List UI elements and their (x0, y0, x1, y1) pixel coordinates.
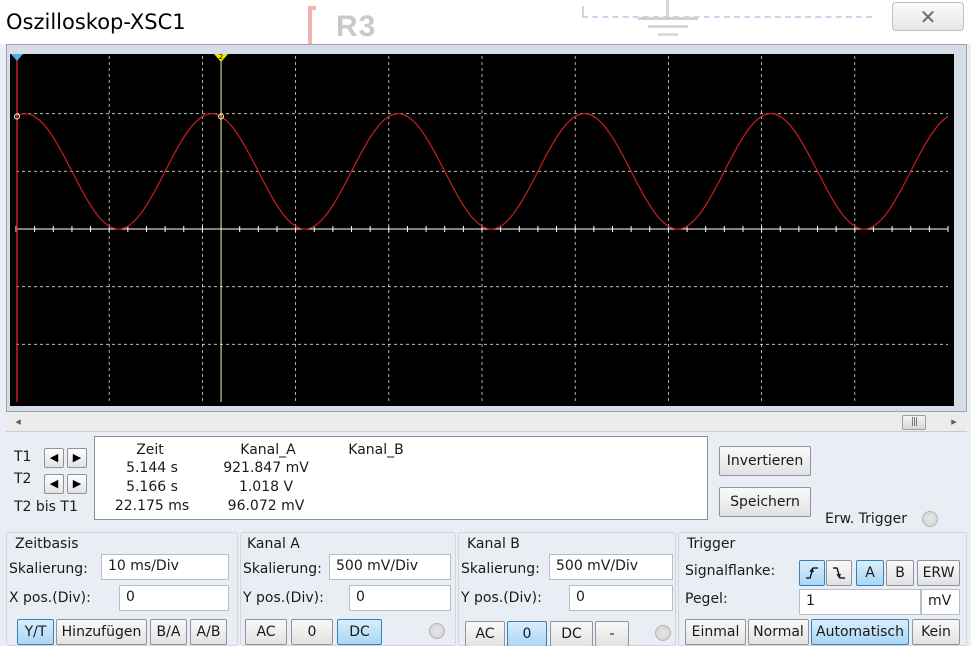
channel-b-ypos-label: Y pos.(Div): (461, 590, 542, 606)
timebase-group: Zeitbasis Skalierung: 10 ms/Div X pos.(D… (6, 532, 238, 646)
header-time: Zeit (136, 442, 164, 458)
diff-channel-a: 96.072 mV (227, 498, 305, 514)
channel-b-dc-button[interactable]: DC (550, 621, 593, 646)
timebase-xpos-label: X pos.(Div): (9, 590, 91, 606)
source-a-button[interactable]: A (856, 560, 884, 586)
trigger-auto-button[interactable]: Automatisch (811, 619, 909, 645)
channel-b-ypos-field[interactable]: 0 (569, 585, 673, 611)
trigger-normal-button[interactable]: Normal (748, 619, 809, 645)
t1-label: T1 (14, 449, 32, 465)
save-button[interactable]: Speichern (719, 487, 811, 517)
horizontal-scrollbar[interactable]: ◂ ||| ▸ (6, 412, 967, 432)
scope-screen[interactable]: 2 (10, 54, 954, 406)
ground-symbol (638, 17, 698, 20)
falling-edge-icon (833, 567, 845, 579)
mode-ba-button[interactable]: B/A (150, 619, 187, 645)
trigger-level-label: Pegel: (685, 591, 728, 607)
header-channel-b: Kanal_B (348, 442, 404, 458)
channel-a-dc-button[interactable]: DC (337, 619, 382, 645)
schematic-wire (582, 6, 872, 18)
rising-edge-icon (806, 567, 818, 579)
window-title: Oszilloskop-XSC1 (6, 10, 186, 34)
source-b-button[interactable]: B (886, 560, 914, 586)
t2-t1-label: T2 bis T1 (14, 499, 78, 515)
channel-b-radio[interactable] (655, 625, 671, 641)
trigger-level-unit[interactable]: mV (921, 589, 960, 615)
channel-a-ypos-label: Y pos.(Div): (243, 590, 324, 606)
diff-time: 22.175 ms (114, 498, 190, 514)
ground-symbol (666, 0, 669, 17)
ext-trigger-label: Erw. Trigger (825, 511, 907, 527)
channel-a-radio[interactable] (429, 623, 445, 639)
channel-a-zero-button[interactable]: 0 (291, 619, 333, 645)
channel-a-ypos-field[interactable]: 0 (349, 585, 451, 611)
scroll-thumb[interactable]: ||| (902, 415, 926, 430)
channel-a-scale-label: Skalierung: (243, 561, 322, 577)
timebase-title: Zeitbasis (11, 536, 83, 552)
source-ext-button[interactable]: ERW (917, 560, 960, 586)
t2-right-button[interactable]: ▶ (67, 474, 87, 494)
trigger-level-field[interactable]: 1 (799, 589, 921, 615)
cursor-readout: Zeit Kanal_A Kanal_B 5.144 s 921.847 mV … (94, 436, 708, 520)
mode-add-button[interactable]: Hinzufügen (56, 619, 147, 645)
trigger-edge-label: Signalflanke: (685, 563, 776, 579)
channel-b-group: Kanal B Skalierung: 500 mV/Div Y pos.(Di… (458, 532, 676, 646)
channel-b-scale-field[interactable]: 500 mV/Div (549, 554, 673, 580)
cursor-t1-marker-icon (11, 54, 23, 61)
mode-yt-button[interactable]: Y/T (17, 619, 54, 645)
channel-b-scale-label: Skalierung: (461, 561, 540, 577)
channel-a-ac-button[interactable]: AC (245, 619, 287, 645)
t2-time: 5.166 s (126, 479, 178, 495)
cursor-t2-label: 2 (219, 54, 223, 61)
t1-left-button[interactable]: ◀ (44, 448, 64, 468)
header-channel-a: Kanal_A (240, 442, 296, 458)
channel-b-ac-button[interactable]: AC (465, 621, 505, 646)
t1-time: 5.144 s (126, 460, 178, 476)
t1-right-button[interactable]: ▶ (67, 448, 87, 468)
channel-a-scale-field[interactable]: 500 mV/Div (329, 554, 451, 580)
trigger-title: Trigger (683, 536, 740, 552)
channel-b-minus-button[interactable]: - (595, 621, 629, 646)
t1-channel-a: 921.847 mV (223, 460, 309, 476)
mode-ab-button[interactable]: A/B (190, 619, 227, 645)
cursor-panel: T1 ◀ ▶ T2 ◀ ▶ T2 bis T1 Zeit Kanal_A Kan… (6, 434, 967, 527)
ground-symbol (658, 33, 678, 36)
falling-edge-button[interactable] (826, 560, 852, 586)
scope-plot: 2 (11, 54, 949, 402)
close-button[interactable]: ✕ (892, 2, 964, 31)
timebase-scale-label: Skalierung: (9, 561, 88, 577)
timebase-scale-field[interactable]: 10 ms/Div (101, 554, 229, 580)
rising-edge-button[interactable] (799, 560, 825, 586)
invert-button[interactable]: Invertieren (719, 446, 811, 476)
scroll-left-icon[interactable]: ◂ (10, 414, 26, 430)
t2-left-button[interactable]: ◀ (44, 474, 64, 494)
channel-a-group: Kanal A Skalierung: 500 mV/Div Y pos.(Di… (240, 532, 456, 646)
resistor-label: R3 (336, 10, 377, 43)
channel-b-title: Kanal B (463, 536, 524, 552)
trigger-group: Trigger Signalflanke: A B ERW Pegel: 1 m… (678, 532, 967, 646)
close-icon: ✕ (919, 4, 937, 29)
t2-label: T2 (14, 471, 32, 487)
t2-channel-a: 1.018 V (238, 479, 294, 495)
timebase-xpos-field[interactable]: 0 (119, 585, 229, 611)
trigger-none-button[interactable]: Kein (912, 619, 960, 645)
channel-b-zero-button[interactable]: 0 (507, 621, 547, 646)
schematic-wire (308, 6, 316, 44)
ground-symbol (648, 25, 688, 28)
ext-trigger-radio[interactable] (922, 511, 938, 527)
scroll-right-icon[interactable]: ▸ (946, 414, 962, 430)
trigger-single-button[interactable]: Einmal (685, 619, 746, 645)
channel-a-title: Kanal A (243, 536, 304, 552)
